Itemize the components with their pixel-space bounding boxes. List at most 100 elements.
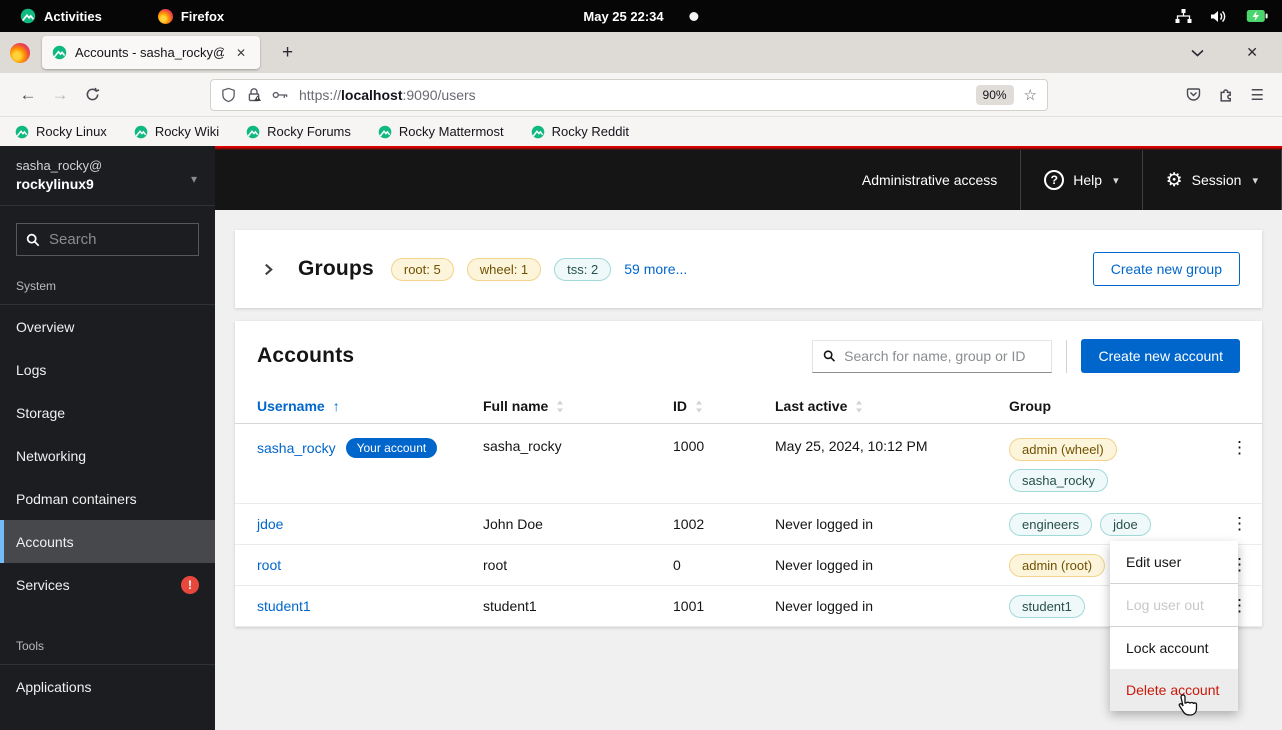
- back-button[interactable]: ←: [12, 79, 44, 111]
- firefox-logo-icon[interactable]: [10, 43, 30, 63]
- id-cell: 1000: [673, 438, 775, 454]
- url-path: :9090/users: [403, 87, 476, 103]
- create-new-group-button[interactable]: Create new group: [1093, 252, 1240, 286]
- username-link[interactable]: root: [257, 557, 281, 573]
- row-kebab-menu-icon[interactable]: ⋮: [1225, 438, 1255, 458]
- search-icon: [26, 233, 40, 247]
- create-new-account-button[interactable]: Create new account: [1081, 339, 1240, 373]
- column-header-full-name[interactable]: Full name: [483, 398, 673, 414]
- accounts-title: Accounts: [257, 344, 354, 368]
- group-badge-tss[interactable]: tss: 2: [554, 258, 611, 281]
- browser-tab-accounts[interactable]: Accounts - sasha_rocky@ ✕: [42, 36, 260, 69]
- last-active-cell: Never logged in: [775, 598, 1009, 614]
- column-header-username[interactable]: Username↑: [257, 398, 483, 414]
- menu-hamburger-icon[interactable]: ☰: [1251, 86, 1264, 104]
- help-question-icon: ?: [1044, 170, 1064, 190]
- url-bar[interactable]: https://localhost:9090/users 90% ☆: [210, 79, 1048, 111]
- menu-item-lock-account[interactable]: Lock account: [1110, 627, 1238, 669]
- clock[interactable]: May 25 22:34: [583, 9, 698, 24]
- sidebar-search-input[interactable]: [49, 231, 189, 248]
- accounts-search[interactable]: [812, 340, 1052, 373]
- full-name-cell: root: [483, 557, 673, 573]
- key-icon[interactable]: [272, 88, 289, 102]
- bookmark-label: Rocky Linux: [36, 124, 107, 139]
- bookmark-rocky-mattermost[interactable]: Rocky Mattermost: [378, 124, 504, 139]
- accounts-table-header: Username↑ Full name ID Last active Group: [235, 389, 1262, 424]
- menu-item-delete-account[interactable]: Delete account: [1110, 669, 1238, 711]
- sidebar-item-accounts[interactable]: Accounts: [0, 520, 215, 563]
- activities-label: Activities: [44, 9, 102, 24]
- list-tabs-chevron-icon[interactable]: [1191, 49, 1204, 57]
- bookmark-label: Rocky Mattermost: [399, 124, 504, 139]
- sidebar-item-label: Services: [16, 577, 70, 593]
- menu-item-log-user-out: Log user out: [1110, 584, 1238, 626]
- sort-icon: [695, 400, 703, 413]
- session-menu-button[interactable]: ⚙ Session ▾: [1142, 150, 1282, 210]
- reload-icon: [85, 87, 100, 102]
- row-kebab-menu-icon[interactable]: ⋮: [1225, 514, 1255, 534]
- help-menu-button[interactable]: ? Help ▾: [1020, 150, 1141, 210]
- new-tab-button[interactable]: +: [274, 42, 301, 64]
- accounts-card: Accounts Create new account Username↑ Fu…: [235, 321, 1262, 627]
- firefox-app-indicator[interactable]: Firefox: [152, 0, 230, 32]
- reload-button[interactable]: [76, 79, 108, 111]
- services-alert-badge: !: [181, 576, 199, 594]
- sidebar-item-applications[interactable]: Applications: [0, 665, 215, 708]
- menu-item-edit-user[interactable]: Edit user: [1110, 541, 1238, 583]
- bookmark-label: Rocky Wiki: [155, 124, 219, 139]
- sidebar-item-logs[interactable]: Logs: [0, 348, 215, 391]
- administrative-access-button[interactable]: Administrative access: [839, 150, 1020, 210]
- tab-close-icon[interactable]: ✕: [232, 44, 250, 62]
- toolbar-right: ☰: [1185, 86, 1270, 104]
- bookmark-rocky-linux[interactable]: Rocky Linux: [15, 124, 107, 139]
- full-name-cell: student1: [483, 598, 673, 614]
- group-badge-wheel[interactable]: wheel: 1: [467, 258, 541, 281]
- sidebar-item-label: Storage: [16, 405, 65, 421]
- groups-more-link[interactable]: 59 more...: [624, 261, 687, 277]
- username-link[interactable]: student1: [257, 598, 311, 614]
- bookmark-star-icon[interactable]: ☆: [1024, 86, 1037, 104]
- administrative-access-label: Administrative access: [862, 172, 997, 188]
- bookmark-rocky-forums[interactable]: Rocky Forums: [246, 124, 351, 139]
- host-switcher[interactable]: sasha_rocky@ rockylinux9 ▾: [0, 146, 215, 206]
- forward-button: →: [44, 79, 76, 111]
- extensions-puzzle-icon[interactable]: [1218, 86, 1235, 103]
- window-close-icon[interactable]: ✕: [1246, 44, 1258, 61]
- column-header-group: Group: [1009, 398, 1218, 414]
- groups-card: Groups root: 5 wheel: 1 tss: 2 59 more..…: [235, 230, 1262, 308]
- group-badge-root[interactable]: root: 5: [391, 258, 454, 281]
- clock-text: May 25 22:34: [583, 9, 663, 24]
- bookmark-icon: [134, 125, 148, 139]
- browser-toolbar: ← → https://localhost:9090/users 90% ☆ ☰: [0, 73, 1282, 117]
- sidebar-search[interactable]: [16, 223, 199, 256]
- username-link[interactable]: jdoe: [257, 516, 283, 532]
- column-header-last-active[interactable]: Last active: [775, 398, 1009, 414]
- tab-favicon-rocky: [52, 45, 67, 60]
- sidebar-item-networking[interactable]: Networking: [0, 434, 215, 477]
- bookmark-label: Rocky Forums: [267, 124, 351, 139]
- shield-icon[interactable]: [221, 87, 236, 103]
- screen: Activities Firefox May 25 22:34 Accounts…: [0, 0, 1282, 730]
- groups-expand-button[interactable]: [257, 263, 279, 276]
- sidebar-item-services[interactable]: Services !: [0, 563, 215, 606]
- id-cell: 1002: [673, 516, 775, 532]
- zoom-level-badge[interactable]: 90%: [976, 85, 1014, 105]
- sidebar-item-overview[interactable]: Overview: [0, 305, 215, 348]
- column-label: ID: [673, 398, 687, 414]
- sidebar-item-storage[interactable]: Storage: [0, 391, 215, 434]
- accounts-search-input[interactable]: [844, 348, 1041, 364]
- activities-button[interactable]: Activities: [14, 0, 108, 32]
- bookmark-rocky-reddit[interactable]: Rocky Reddit: [531, 124, 629, 139]
- lock-warning-icon[interactable]: [246, 87, 262, 103]
- sidebar-item-label: Accounts: [16, 534, 74, 550]
- pocket-icon[interactable]: [1185, 87, 1202, 103]
- bookmark-rocky-wiki[interactable]: Rocky Wiki: [134, 124, 219, 139]
- bookmarks-bar: Rocky Linux Rocky Wiki Rocky Forums Rock…: [0, 117, 1282, 146]
- column-label: Username: [257, 398, 325, 414]
- system-tray[interactable]: [1175, 9, 1268, 24]
- username-link[interactable]: sasha_rocky: [257, 440, 336, 456]
- column-header-id[interactable]: ID: [673, 398, 775, 414]
- sidebar-item-label: Podman containers: [16, 491, 137, 507]
- url-text[interactable]: https://localhost:9090/users: [299, 87, 966, 103]
- sidebar-item-podman-containers[interactable]: Podman containers: [0, 477, 215, 520]
